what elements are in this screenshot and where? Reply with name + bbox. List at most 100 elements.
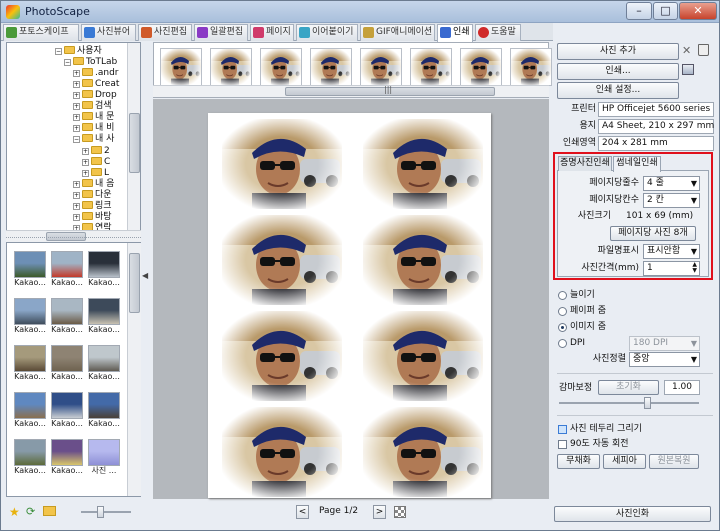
tree-node[interactable]: + 링크	[73, 201, 112, 212]
tree-node[interactable]: + 검색	[73, 101, 112, 112]
scroll-thumb[interactable]	[129, 253, 140, 313]
mono-button[interactable]: 무채화	[557, 454, 600, 469]
tree-node[interactable]: + Creat	[73, 79, 119, 90]
splitter[interactable]	[6, 237, 141, 241]
thumbnail-item[interactable]: Kakao...	[88, 345, 120, 381]
expander-icon[interactable]: +	[73, 70, 80, 77]
border-checkbox[interactable]	[558, 425, 567, 434]
print-setup-button[interactable]: 인쇄 설정...	[557, 82, 679, 99]
thumbnail-item[interactable]: Kakao...	[88, 392, 120, 428]
expander-icon[interactable]: −	[55, 48, 62, 55]
expander-icon[interactable]: +	[73, 103, 80, 110]
printed-photo[interactable]	[222, 311, 342, 401]
thumbnail-item[interactable]: Kakao...	[51, 298, 83, 334]
star-icon[interactable]: ★	[9, 505, 20, 519]
expander-icon[interactable]: +	[73, 214, 80, 221]
trash-icon[interactable]	[698, 44, 709, 56]
expander-icon[interactable]: +	[73, 81, 80, 88]
scroll-thumb[interactable]: |||	[285, 85, 495, 96]
thumbnail-item[interactable]: Kakao...	[14, 392, 46, 428]
minimize-button[interactable]: –	[626, 2, 652, 20]
expander-icon[interactable]: +	[82, 148, 89, 155]
radio-image-zoom[interactable]	[558, 323, 567, 332]
restore-button[interactable]: 원본복원	[649, 454, 699, 469]
folder-icon[interactable]	[43, 506, 56, 516]
next-page-button[interactable]: >	[373, 505, 386, 519]
thumbnail-item[interactable]: Kakao...	[88, 298, 120, 334]
thumb-size-slider-track[interactable]	[81, 511, 131, 513]
strip-hscrollbar[interactable]: |||	[153, 85, 549, 97]
strip-photo[interactable]	[260, 48, 302, 86]
dpi-select[interactable]: 180 DPI ▼	[629, 336, 700, 351]
expander-icon[interactable]: +	[82, 159, 89, 166]
gamma-reset-button[interactable]: 초기화	[598, 380, 659, 395]
thumbnail-item[interactable]: 사진 ...	[88, 439, 120, 475]
printed-photo[interactable]	[222, 119, 342, 209]
expander-icon[interactable]: −	[73, 136, 80, 143]
strip-photo[interactable]	[510, 48, 552, 86]
strip-photo[interactable]	[210, 48, 252, 86]
radio-paper-zoom[interactable]	[558, 307, 567, 316]
tree-node[interactable]: + L	[82, 168, 109, 179]
collapse-arrow-icon[interactable]: ◀	[142, 271, 150, 291]
tab-batch[interactable]: 일괄편집	[194, 24, 248, 41]
printed-photo[interactable]	[363, 407, 483, 497]
tab-photoscape[interactable]: 포토스케이프	[3, 24, 79, 41]
thumbnail-item[interactable]: Kakao...	[51, 392, 83, 428]
gamma-slider-track[interactable]	[559, 402, 699, 404]
expander-icon[interactable]: +	[73, 192, 80, 199]
tab-viewer[interactable]: 사진뷰어	[81, 24, 136, 41]
thumbnail-item[interactable]: Kakao...	[14, 345, 46, 381]
expander-icon[interactable]: +	[73, 203, 80, 210]
close-button[interactable]: ✕	[679, 2, 717, 20]
tab-page[interactable]: 페이지	[250, 24, 294, 41]
thumbnail-item[interactable]: Kakao...	[14, 251, 46, 287]
tab-gif[interactable]: GIF애니메이션	[360, 24, 435, 41]
expander-icon[interactable]: +	[73, 92, 80, 99]
auto-rotate-checkbox[interactable]	[558, 440, 567, 449]
print-photo-button[interactable]: 사진인화	[554, 506, 711, 522]
expander-icon[interactable]: +	[73, 181, 80, 188]
tree-node[interactable]: + 내 비	[73, 123, 114, 134]
strip-photo[interactable]	[310, 48, 352, 86]
radio-fit[interactable]	[558, 291, 567, 300]
tab-editor[interactable]: 사진편집	[138, 24, 192, 41]
tree-node[interactable]: +2	[82, 146, 110, 157]
refresh-icon[interactable]: ⟳	[26, 505, 35, 518]
tree-node[interactable]: − 사용자	[55, 46, 102, 57]
strip-photo[interactable]	[360, 48, 402, 86]
thumbnail-item[interactable]: Kakao...	[51, 251, 83, 287]
thumbnail-item[interactable]: Kakao...	[14, 439, 46, 475]
radio-dpi[interactable]	[558, 339, 567, 348]
checker-icon[interactable]	[394, 506, 406, 518]
tab-print[interactable]: 인쇄	[437, 24, 473, 42]
sepia-button[interactable]: 세피아	[603, 454, 646, 469]
print-button[interactable]: 인쇄...	[557, 63, 679, 80]
thumb-size-slider[interactable]	[97, 506, 104, 518]
strip-photo[interactable]	[160, 48, 202, 86]
add-photo-button[interactable]: 사진 추가	[557, 43, 679, 60]
tab-help[interactable]: 도움말	[475, 24, 521, 41]
align-select[interactable]: 중앙 ▼	[629, 352, 700, 367]
maximize-button[interactable]: □	[653, 2, 678, 20]
tree-node[interactable]: + 내 음	[73, 179, 114, 190]
tree-node[interactable]: + 바탕	[73, 212, 112, 223]
tree-node[interactable]: − 내 사	[73, 134, 114, 145]
delete-icon[interactable]: ✕	[682, 44, 691, 57]
thumbnail-item[interactable]: Kakao...	[14, 298, 46, 334]
prev-page-button[interactable]: <	[296, 505, 309, 519]
thumbs-vscrollbar[interactable]	[127, 243, 141, 496]
strip-photo[interactable]	[460, 48, 502, 86]
list-icon[interactable]	[682, 64, 694, 75]
tree-node[interactable]: + Drop	[73, 90, 117, 101]
tab-combine[interactable]: 이어붙이기	[296, 24, 358, 41]
thumbnail-item[interactable]: Kakao...	[51, 439, 83, 475]
printed-photo[interactable]	[363, 311, 483, 401]
expander-icon[interactable]: +	[73, 125, 80, 132]
expander-icon[interactable]: +	[73, 114, 80, 121]
expander-icon[interactable]: +	[82, 170, 89, 177]
tree-vscrollbar[interactable]	[127, 43, 140, 233]
gamma-slider[interactable]	[644, 397, 651, 409]
tree-node[interactable]: + C	[82, 157, 110, 168]
strip-photo[interactable]	[410, 48, 452, 86]
